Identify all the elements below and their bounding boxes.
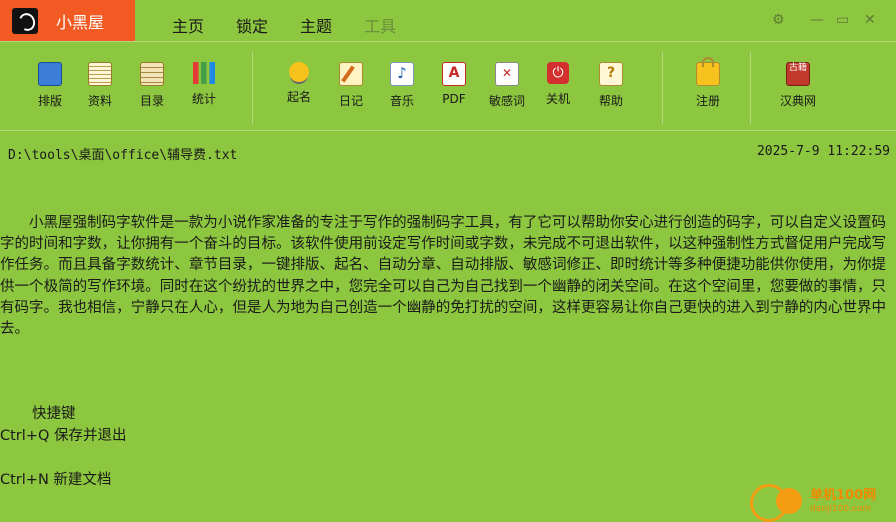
diary-button[interactable]: 日记 [325, 62, 377, 109]
music-button[interactable]: ♪ 音乐 [376, 62, 428, 109]
lightbulb-icon [289, 62, 309, 82]
help-icon: ? [599, 62, 623, 86]
help-button[interactable]: ? 帮助 [585, 62, 637, 109]
title-bar: 小黑屋 主页 锁定 主题 工具 ⚙ — ▭ ✕ [0, 0, 896, 42]
music-icon: ♪ [390, 62, 414, 86]
app-logo-icon [12, 7, 38, 34]
register-label: 注册 [695, 94, 720, 108]
menu-home[interactable]: 主页 [172, 13, 204, 37]
app-title: 小黑屋 [56, 12, 105, 32]
help-label: 帮助 [598, 94, 623, 108]
handian-label: 汉典网 [779, 94, 816, 108]
lock-icon [696, 57, 720, 86]
watermark-text: 单机100网 [810, 488, 877, 503]
toolbar-divider [750, 52, 751, 124]
layout-icon [38, 62, 62, 86]
handian-button[interactable]: 古籍 汉典网 [772, 62, 824, 109]
naming-label: 起名 [286, 90, 311, 104]
watermark: 单机100网 danji100.com [748, 480, 896, 522]
toolbar-divider [662, 52, 663, 124]
shortcuts-section: 快捷键 Ctrl+Q 保存并退出 Ctrl+N 新建文档 [0, 403, 126, 491]
music-label: 音乐 [389, 94, 414, 108]
toolbar-divider [252, 52, 253, 124]
sensitive-word-button[interactable]: ✕ 敏感词 [481, 62, 533, 109]
shutdown-button[interactable]: ⏻ 关机 [532, 62, 584, 107]
shortcut-save-exit: Ctrl+Q 保存并退出 [0, 428, 127, 444]
app-brand: 小黑屋 [0, 0, 135, 41]
power-icon: ⏻ [547, 62, 569, 84]
datetime: 2025-7-9 11:22:59 [756, 144, 890, 159]
minimize-icon[interactable]: — [810, 12, 824, 28]
sensitive-word-icon: ✕ [495, 62, 519, 86]
catalog-label: 目录 [139, 94, 164, 108]
naming-button[interactable]: 起名 [273, 62, 325, 105]
pdf-label: PDF [442, 92, 466, 106]
menu-lock[interactable]: 锁定 [236, 13, 268, 37]
editor-area[interactable]: 小黑屋强制码字软件是一款为小说作家准备的专注于写作的强制码字工具，有了它可以帮助… [0, 213, 886, 340]
menu-theme[interactable]: 主题 [300, 13, 332, 37]
material-icon [88, 62, 112, 86]
pdf-icon: A [442, 62, 466, 86]
material-label: 资料 [87, 94, 112, 108]
toolbar: 排版 资料 目录 统计 起名 日记 ♪ 音乐 A PDF ✕ 敏感词 ⏻ 关机 … [0, 42, 896, 131]
sensitive-word-label: 敏感词 [488, 94, 525, 108]
editor-paragraph: 小黑屋强制码字软件是一款为小说作家准备的专注于写作的强制码字工具，有了它可以帮助… [0, 215, 886, 338]
stats-icon [193, 62, 215, 84]
watermark-sub: danji100.com [810, 504, 872, 514]
layout-label: 排版 [37, 94, 62, 108]
pdf-button[interactable]: A PDF [428, 62, 480, 106]
handian-icon: 古籍 [786, 62, 810, 86]
shortcut-new-doc: Ctrl+N 新建文档 [0, 472, 112, 488]
layout-button[interactable]: 排版 [24, 62, 76, 109]
shortcuts-header: 快捷键 [32, 406, 76, 422]
shutdown-label: 关机 [545, 92, 570, 106]
maximize-icon[interactable]: ▭ [836, 12, 849, 28]
material-button[interactable]: 资料 [74, 62, 126, 109]
settings-gear-icon[interactable]: ⚙ [772, 12, 785, 28]
diary-icon [339, 62, 363, 86]
stats-label: 统计 [191, 92, 216, 106]
toolbar-bottom-divider [0, 130, 896, 131]
register-button[interactable]: 注册 [682, 57, 734, 109]
menu-tools: 工具 [364, 17, 397, 36]
close-icon[interactable]: ✕ [864, 12, 876, 28]
catalog-icon [140, 62, 164, 86]
watermark-logo-dot-icon [776, 488, 802, 514]
catalog-button[interactable]: 目录 [126, 62, 178, 109]
file-path: D:\tools\桌面\office\辅导费.txt [8, 148, 238, 163]
diary-label: 日记 [338, 94, 363, 108]
stats-button[interactable]: 统计 [178, 62, 230, 107]
